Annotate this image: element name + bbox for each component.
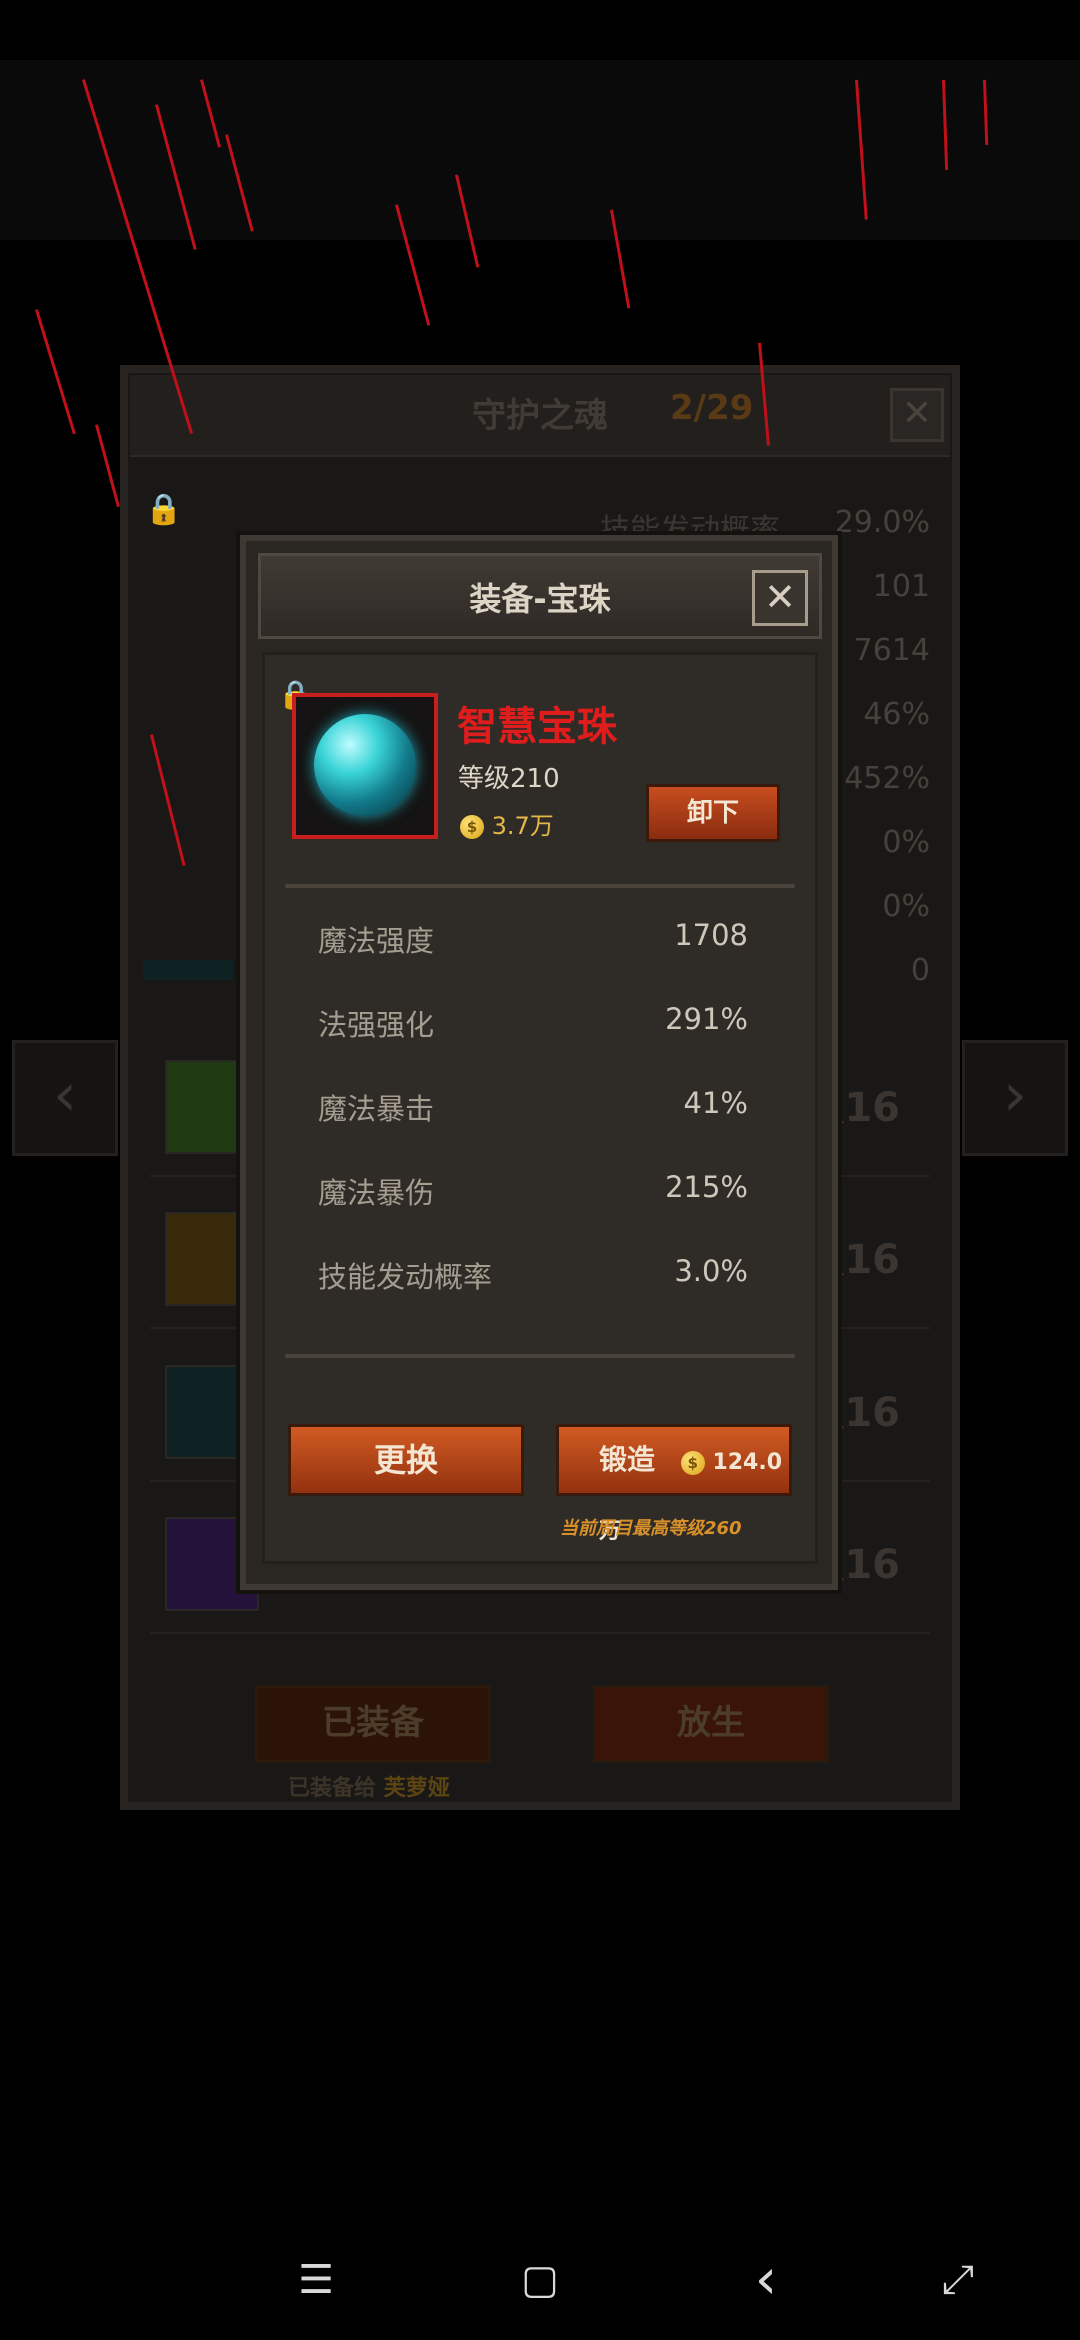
background-stat-value: 7614: [853, 633, 930, 668]
stat-label: 魔法强度: [318, 924, 435, 958]
item-price-value: 3.7万: [491, 812, 554, 840]
stat-label: 魔法暴伤: [318, 1176, 435, 1210]
item-name: 智慧宝珠: [457, 704, 617, 750]
home-icon[interactable]: ▢: [510, 2250, 570, 2310]
stat-value: 291%: [665, 1002, 748, 1036]
release-button[interactable]: 放生: [593, 1685, 829, 1763]
stat-value: 1708: [674, 918, 748, 952]
item-price: $ 3.7万: [460, 806, 554, 841]
swap-button[interactable]: 更换: [288, 1424, 524, 1496]
forge-button[interactable]: 锻造 $ 124.0万: [556, 1424, 792, 1544]
orb-icon: [314, 714, 416, 816]
equipped-button[interactable]: 已装备: [255, 1685, 491, 1763]
background-panel-count: 2/29: [670, 388, 754, 428]
max-level-note: 当前周目最高等级260: [560, 1518, 742, 1539]
equipped-to-prefix: 已装备给: [288, 1776, 377, 1801]
rain-streak: [95, 424, 120, 508]
back-icon[interactable]: ‹: [736, 2250, 796, 2310]
background-stat-value: 0: [910, 953, 930, 988]
background-stat-value: 0%: [882, 889, 930, 924]
menu-icon[interactable]: ☰: [286, 2250, 346, 2310]
stat-row: 魔法暴伤 215%: [318, 1170, 748, 1254]
rain-streak: [35, 309, 76, 435]
prev-arrow-icon[interactable]: ‹: [12, 1040, 118, 1156]
stat-row: 技能发动概率 3.0%: [318, 1254, 748, 1338]
coin-icon: $: [680, 1451, 705, 1475]
stat-label: 技能发动概率: [318, 1260, 493, 1294]
item-stats-list: 魔法强度 1708 法强强化 291% 魔法暴击 41% 魔法暴伤 215% 技能发动概…: [318, 918, 748, 1338]
background-stat-value: 29.0%: [834, 505, 930, 540]
coin-icon: $: [460, 815, 484, 839]
unequip-button[interactable]: 卸下: [646, 784, 780, 842]
stat-value: 41%: [683, 1086, 748, 1120]
background-progress-bar: [143, 960, 233, 980]
background-close-icon[interactable]: ✕: [890, 388, 944, 442]
background-top-strip: [0, 60, 1080, 240]
background-panel-title: 守护之魂: [472, 396, 608, 436]
close-icon[interactable]: ✕: [752, 570, 808, 626]
forge-button-label: 锻造: [599, 1443, 656, 1476]
background-stat-value: 0%: [882, 825, 930, 860]
background-lock-icon: 🔒: [145, 492, 183, 527]
background-stat-value: 46%: [863, 697, 930, 732]
equipped-to-label: 已装备给 芙萝娅: [288, 1770, 450, 1802]
rotate-screen-icon[interactable]: ⤢: [928, 2250, 988, 2310]
stat-value: 215%: [665, 1170, 748, 1204]
stat-label: 法强强化: [318, 1008, 435, 1042]
next-arrow-icon[interactable]: ›: [962, 1040, 1068, 1156]
background-stat-value: 452%: [844, 761, 930, 796]
dialog-title: 装备-宝珠: [469, 580, 611, 618]
stat-row: 魔法强度 1708: [318, 918, 748, 1002]
equipped-to-name: 芙萝娅: [383, 1776, 450, 1801]
background-stat-value: 101: [872, 569, 930, 604]
divider: [285, 884, 795, 888]
divider: [285, 1354, 795, 1358]
stat-label: 魔法暴击: [318, 1092, 435, 1126]
stat-value: 3.0%: [674, 1254, 748, 1288]
item-level: 等级210: [458, 764, 560, 794]
stat-row: 法强强化 291%: [318, 1002, 748, 1086]
stat-row: 魔法暴击 41%: [318, 1086, 748, 1170]
